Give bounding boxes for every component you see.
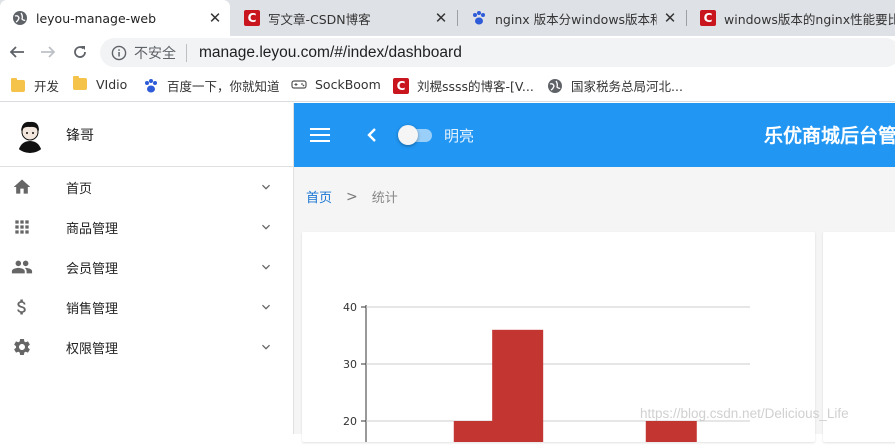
menu-item-label: 会员管理	[66, 261, 119, 277]
reload-icon[interactable]	[69, 41, 91, 63]
tab-title: nginx 版本分windows版本和l	[495, 11, 657, 27]
bookmark-baidu[interactable]: 百度一下，你就知道	[143, 76, 280, 95]
url-text[interactable]: manage.leyou.com/#/index/dashboard	[199, 44, 462, 62]
baidu-paw-icon	[143, 78, 159, 94]
user-name: 锋哥	[66, 127, 94, 144]
breadcrumb: 首页 > 统计	[306, 187, 398, 207]
watermark: https://blog.csdn.net/Delicious_Life	[640, 406, 849, 421]
chevron-down-icon[interactable]	[258, 299, 274, 315]
security-label: 不安全	[134, 45, 176, 62]
chart-bar	[645, 421, 697, 442]
menu-icon[interactable]	[310, 125, 330, 145]
bookmark-label: 百度一下，你就知道	[167, 79, 280, 94]
tab-leyou-manage-web[interactable]: leyou-manage-web ✕	[0, 0, 230, 36]
breadcrumb-home-link[interactable]: 首页	[306, 187, 332, 206]
app-title: 乐优商城后台管	[764, 125, 895, 147]
tab-windows-nginx[interactable]: C windows版本的nginx性能要比	[688, 0, 895, 36]
people-icon	[11, 256, 33, 278]
tab-nginx-versions[interactable]: nginx 版本分windows版本和l ✕	[459, 0, 685, 36]
breadcrumb-separator: >	[346, 188, 358, 205]
tab-csdn-write[interactable]: C 写文章-CSDN博客 ✕	[232, 0, 456, 36]
dollar-icon	[11, 296, 33, 318]
baidu-paw-icon	[471, 10, 487, 26]
tab-title: leyou-manage-web	[36, 10, 157, 26]
menu-item-permissions[interactable]: 权限管理	[0, 327, 293, 367]
chevron-down-icon[interactable]	[258, 339, 274, 355]
tab-divider	[686, 10, 687, 26]
csdn-icon: C	[700, 10, 716, 26]
folder-icon	[10, 77, 26, 94]
menu-item-label: 权限管理	[66, 341, 119, 357]
bookmark-label: 刘榥ssss的博客-[V...	[417, 79, 534, 94]
menu-item-home[interactable]: 首页	[0, 167, 293, 207]
switch-thumb	[398, 125, 418, 145]
close-tab-icon[interactable]: ✕	[434, 9, 448, 27]
theme-toggle-switch[interactable]	[398, 125, 432, 145]
browser-toolbar: 不安全 manage.leyou.com/#/index/dashboard	[0, 36, 895, 68]
user-profile[interactable]: 锋哥	[0, 103, 293, 167]
bookmark-sockboom[interactable]: SockBoom	[291, 76, 381, 92]
chevron-down-icon[interactable]	[258, 259, 274, 275]
bookmark-label: VIdio	[96, 76, 128, 92]
y-tick-label: 30	[343, 358, 357, 371]
bookmark-dev[interactable]: 开发	[10, 76, 59, 95]
tab-divider	[457, 10, 458, 26]
bookmark-label: 开发	[34, 79, 60, 94]
tab-title: windows版本的nginx性能要比	[724, 11, 895, 27]
chevron-down-icon[interactable]	[258, 179, 274, 195]
menu-item-label: 首页	[66, 181, 93, 197]
bookmark-tax-bureau[interactable]: 国家税务总局河北...	[547, 76, 683, 95]
globe-icon	[12, 10, 28, 26]
forward-arrow-icon[interactable]	[37, 41, 59, 63]
csdn-icon: C	[393, 77, 409, 94]
apps-grid-icon	[11, 216, 33, 238]
close-tab-icon[interactable]: ✕	[663, 9, 677, 27]
info-icon[interactable]	[110, 44, 128, 62]
menu-item-sales[interactable]: 销售管理	[0, 287, 293, 327]
menu-item-label: 销售管理	[66, 301, 119, 317]
y-tick-label: 20	[343, 415, 357, 428]
globe-icon	[547, 78, 563, 94]
address-bar[interactable]: 不安全 manage.leyou.com/#/index/dashboard	[100, 38, 895, 67]
gear-icon	[11, 336, 33, 358]
close-tab-icon[interactable]: ✕	[208, 9, 222, 27]
chart-bar	[492, 329, 544, 442]
theme-label: 明亮	[444, 127, 475, 145]
avatar	[12, 116, 48, 153]
menu-item-label: 商品管理	[66, 221, 119, 237]
back-arrow-icon[interactable]	[6, 41, 28, 63]
main-content: 首页 > 统计 20 30 40	[294, 167, 895, 442]
tab-title: 写文章-CSDN博客	[268, 11, 371, 27]
bookmark-csdn-blog[interactable]: C 刘榥ssss的博客-[V...	[393, 76, 534, 95]
breadcrumb-current: 统计	[371, 191, 398, 206]
home-icon	[11, 176, 33, 198]
y-tick-label: 40	[343, 301, 357, 314]
folder-icon	[72, 76, 88, 92]
csdn-icon: C	[244, 10, 260, 26]
address-divider	[186, 43, 187, 62]
bookmarks-bar: 开发 VIdio 百度一下，你就知道 SockBoom C 刘榥ssss的博客-…	[0, 68, 895, 102]
app-toolbar: 明亮 乐优商城后台管	[294, 103, 895, 167]
bookmark-label: 国家税务总局河北...	[571, 79, 683, 94]
bookmark-label: SockBoom	[315, 76, 381, 92]
bookmark-vidio[interactable]: VIdio	[72, 76, 127, 92]
navigation-drawer: 锋哥 首页 商品管理 会员管理 销售管理 权限管理	[0, 103, 294, 434]
menu-item-members[interactable]: 会员管理	[0, 247, 293, 287]
menu-item-products[interactable]: 商品管理	[0, 207, 293, 247]
gamepad-icon	[291, 76, 307, 92]
chevron-left-icon[interactable]	[364, 125, 380, 145]
chevron-down-icon[interactable]	[258, 219, 274, 235]
browser-tab-strip: leyou-manage-web ✕ C 写文章-CSDN博客 ✕ nginx …	[0, 0, 895, 36]
